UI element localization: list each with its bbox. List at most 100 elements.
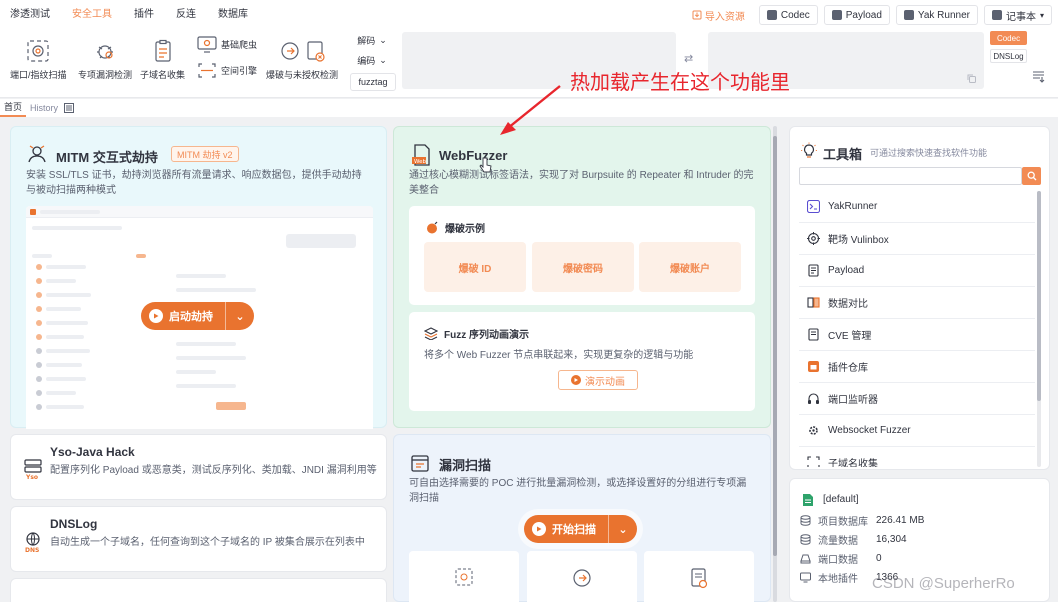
vuln-scan-description: 可自由选择需要的 POC 进行批量漏洞检测，或选择设置好的分组进行专项漏洞扫描 (409, 478, 747, 504)
start-hijack-label: 启动劫持 (169, 311, 213, 323)
bruteforce-password-button[interactable]: 爆破密码 (532, 242, 634, 292)
toolbox-scrollbar[interactable] (1037, 191, 1041, 467)
tab-history[interactable]: History (26, 99, 62, 117)
search-icon (1027, 171, 1036, 181)
toolbox-item-websocket-fuzzer[interactable]: Websocket Fuzzer (799, 415, 1035, 447)
top-right-actions: 导入资源 Codec Payload Yak Runner 记事本 ▾ (692, 5, 1052, 25)
dns-icon: DNS (25, 532, 40, 553)
vuln-scan-card[interactable]: 漏洞扫描 可自由选择需要的 POC 进行批量漏洞检测，或选择设置好的分组进行专项… (393, 434, 771, 602)
import-resource-link[interactable]: 导入资源 (692, 8, 745, 23)
toolbox-search-button[interactable] (1022, 167, 1041, 185)
menu-database[interactable]: 数据库 (207, 0, 259, 30)
lightbulb-icon (801, 142, 817, 158)
toolbox-item-payload[interactable]: Payload (799, 255, 1035, 287)
fuzz-sequence-title: Fuzz 序列动画演示 (424, 326, 529, 341)
swap-icon[interactable]: ⇄ (684, 52, 693, 65)
toolbox-item-subdomain[interactable]: 子域名收集 (799, 447, 1035, 467)
toolbox-scrollbar-thumb[interactable] (1037, 191, 1041, 401)
mitm-title: MITM 交互式劫持 (56, 150, 158, 165)
watermark: CSDN @SuperherRo (872, 575, 1015, 592)
annotation-text: 热加载产生在这个功能里 (570, 70, 790, 94)
notepad-button[interactable]: 记事本 ▾ (983, 5, 1052, 25)
document-icon (807, 328, 820, 341)
tool-vuln-detect[interactable]: 专项漏洞检测 (78, 34, 132, 81)
toolbox-list: YakRunner 靶场 Vulinbox Payload 数据对比 CVE 管… (799, 191, 1035, 467)
menu-security-tools[interactable]: 安全工具 (61, 0, 123, 30)
toolbox-item-plugin-store[interactable]: 插件仓库 (799, 351, 1035, 383)
main-scrollbar-thumb[interactable] (773, 136, 777, 556)
project-row-label: 项目数据库 (818, 517, 868, 528)
tab-home[interactable]: 首页 (0, 99, 27, 117)
start-scan-label: 开始扫描 (552, 524, 596, 536)
codec-button[interactable]: Codec (758, 5, 818, 25)
chevron-down-icon: ⌄ (618, 523, 628, 536)
dnslog-card[interactable]: DNS DNSLog 自动生成一个子域名，任何查询到这个子域名的 IP 被集合展… (10, 506, 387, 572)
file-icon (807, 264, 820, 277)
demo-animation-button[interactable]: 演示动画 (558, 370, 638, 390)
toolbox-item-label: Websocket Fuzzer (828, 425, 911, 436)
yso-java-hack-card[interactable]: Yso Yso-Java Hack 配置序列化 Payload 或恶意类，测试反… (10, 434, 387, 500)
fuzz-sequence-label: Fuzz 序列动画演示 (444, 330, 529, 341)
tab-list-icon[interactable] (64, 103, 75, 113)
fuzz-sequence-panel: Fuzz 序列动画演示 将多个 Web Fuzzer 节点串联起来，实现更复杂的… (409, 312, 755, 411)
toolbox-item-compare[interactable]: 数据对比 (799, 287, 1035, 319)
project-row-label: 流量数据 (818, 536, 858, 547)
fuzztag-button[interactable]: fuzztag (350, 73, 396, 91)
encode-dropdown[interactable]: 编码 ⌄ (350, 51, 394, 69)
payload-button[interactable]: Payload (823, 5, 890, 25)
annotation-arrow-icon (500, 85, 561, 135)
tool-subdomain[interactable]: 子域名收集 (140, 34, 185, 81)
start-hijack-main[interactable]: 启动劫持 (141, 302, 225, 330)
webfuzzer-card[interactable]: Web WebFuzzer 通过核心模糊测试标签语法，实现了对 Burpsuit… (393, 126, 771, 428)
webfuzzer-description: 通过核心模糊测试标签语法，实现了对 Burpsuite 的 Repeater 和… (409, 170, 754, 196)
menu-pentest[interactable]: 渗透测试 (0, 0, 61, 30)
dnslog-tag[interactable]: DNSLog (990, 49, 1027, 63)
tool-space-engine[interactable]: 空间引擎 (197, 62, 257, 79)
bruteforce-account-button[interactable]: 爆破账户 (639, 242, 741, 292)
document-icon (691, 568, 708, 589)
codec-button-label: Codec (780, 9, 810, 21)
start-scan-main[interactable]: 开始扫描 (524, 515, 608, 543)
scan-option-tile[interactable] (527, 551, 637, 602)
decode-dropdown[interactable]: 解码 ⌄ (350, 31, 394, 49)
toolbox-item-vulinbox[interactable]: 靶场 Vulinbox (799, 223, 1035, 255)
yak-runner-button[interactable]: Yak Runner (895, 5, 978, 25)
tool-bruteforce[interactable]: 爆破与未授权检测 (266, 34, 338, 81)
copy-icon[interactable] (967, 74, 976, 83)
start-scan-dropdown[interactable]: ⌄ (609, 523, 637, 536)
toolbox-search-input[interactable] (799, 167, 1022, 185)
menu-plugins[interactable]: 插件 (123, 0, 165, 30)
payload-button-label: Payload (845, 9, 882, 21)
toolbox-item-label: CVE 管理 (828, 331, 872, 342)
clipboard-icon (154, 39, 171, 62)
key-icon (281, 41, 325, 62)
toolbox-item-cve[interactable]: CVE 管理 (799, 319, 1035, 351)
main-scrollbar[interactable] (773, 126, 777, 602)
scan-option-tile[interactable] (644, 551, 754, 602)
toolbox-item-label: 子域名收集 (828, 459, 878, 467)
dnslog-title: DNSLog (50, 517, 98, 531)
bruteforce-examples-title: 爆破示例 (426, 220, 485, 235)
start-scan-button[interactable]: 开始扫描 ⌄ (524, 515, 637, 543)
webfuzzer-icon: Web (412, 144, 430, 166)
toolbox-item-port-listener[interactable]: 端口监听器 (799, 383, 1035, 415)
collapse-toolbar-icon[interactable] (1032, 70, 1045, 83)
start-hijack-button[interactable]: 启动劫持 ⌄ (141, 302, 254, 330)
mitm-card[interactable]: MITM 交互式劫持 MITM 劫持 v2 安装 SSL/TLS 证书，劫持浏览… (10, 126, 387, 429)
codec-tag[interactable]: Codec (990, 31, 1027, 45)
tool-subdomain-label: 子域名收集 (140, 70, 186, 80)
svg-text:DNS: DNS (25, 547, 39, 553)
mitm-version-badge: MITM 劫持 v2 (171, 146, 239, 162)
toolbox-title: 工具箱 (823, 147, 863, 162)
tool-port-scan[interactable]: 端口/指纹扫描 (10, 34, 67, 81)
tool-crawler[interactable]: 基础爬虫 (197, 36, 257, 53)
scan-icon (198, 63, 216, 78)
menu-reverse[interactable]: 反连 (165, 0, 207, 30)
bruteforce-id-button[interactable]: 爆破 ID (424, 242, 526, 292)
play-icon (532, 522, 546, 536)
scan-option-tile[interactable] (409, 551, 519, 602)
yak-runner-button-label: Yak Runner (917, 9, 970, 21)
start-hijack-dropdown[interactable]: ⌄ (226, 310, 254, 323)
more-tool-card[interactable] (10, 578, 387, 602)
toolbox-item-yakrunner[interactable]: YakRunner (799, 191, 1035, 223)
